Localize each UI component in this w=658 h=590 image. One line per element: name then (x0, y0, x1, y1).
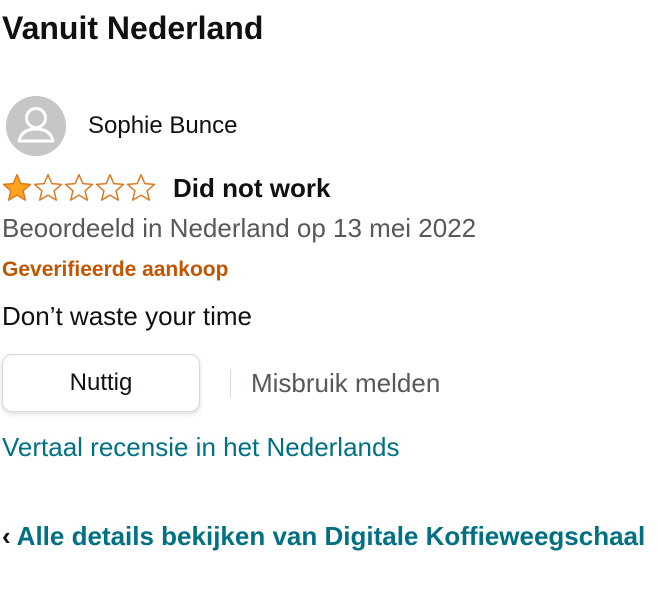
review-body: Don’t waste your time (2, 301, 252, 331)
review-title[interactable]: Did not work (173, 170, 330, 206)
star-filled-icon (2, 173, 32, 201)
star-empty-icon (95, 173, 125, 201)
chevron-left-icon: ‹ (2, 521, 11, 551)
action-separator (230, 369, 231, 397)
star-empty-icon (126, 173, 156, 201)
star-empty-icon (33, 173, 63, 201)
star-rating[interactable] (2, 173, 157, 203)
star-empty-icon (64, 173, 94, 201)
review-date: Beoordeeld in Nederland op 13 mei 2022 (2, 213, 477, 243)
rating-row: Did not work (2, 170, 330, 206)
translate-review-link[interactable]: Vertaal recensie in het Nederlands (2, 430, 399, 464)
reviewer-profile[interactable]: Sophie Bunce (6, 96, 237, 156)
all-details-link[interactable]: Alle details bekijken van Digitale Koffi… (17, 521, 646, 551)
reviewer-name: Sophie Bunce (88, 112, 238, 139)
all-details-row: ‹ Alle details bekijken van Digitale Koff… (2, 518, 658, 554)
default-avatar-icon (6, 96, 66, 156)
review-actions: Nuttig Misbruik melden (2, 352, 440, 414)
helpful-button[interactable]: Nuttig (2, 354, 200, 412)
report-abuse-link[interactable]: Misbruik melden (251, 368, 440, 399)
avatar (6, 96, 66, 156)
section-heading: Vanuit Nederland (2, 10, 264, 46)
verified-purchase-badge[interactable]: Geverifieerde aankoop (2, 255, 228, 285)
